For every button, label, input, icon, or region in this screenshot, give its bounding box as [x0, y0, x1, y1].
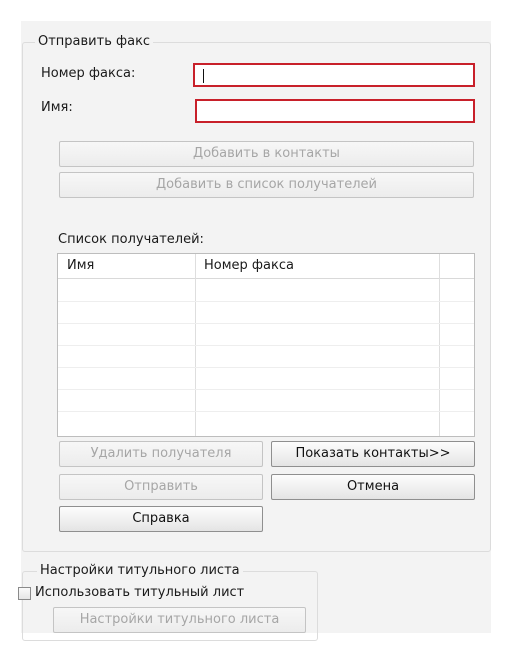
send-fax-group: Отправить факс Номер факса: Имя: Добавит…: [22, 34, 491, 552]
column-header-fax-number[interactable]: Номер факса: [204, 258, 294, 274]
table-row: [58, 345, 474, 346]
fax-number-input[interactable]: [193, 63, 475, 87]
use-cover-sheet-label[interactable]: Использовать титульный лист: [35, 585, 244, 601]
table-row: [58, 389, 474, 390]
table-row: [58, 411, 474, 412]
cancel-button[interactable]: Отмена: [271, 474, 475, 500]
help-button[interactable]: Справка: [59, 506, 263, 532]
show-contacts-button[interactable]: Показать контакты>>: [271, 441, 475, 467]
add-to-recipients-button[interactable]: Добавить в список получателей: [59, 172, 474, 198]
add-to-contacts-button[interactable]: Добавить в контакты: [59, 141, 474, 167]
remove-recipient-button[interactable]: Удалить получателя: [59, 441, 263, 467]
recipients-list-label: Список получателей:: [58, 232, 204, 247]
cover-sheet-settings-button[interactable]: Настройки титульного листа: [53, 607, 306, 633]
use-cover-sheet-checkbox[interactable]: [18, 587, 31, 600]
cover-sheet-group: Настройки титульного листа Использовать …: [18, 563, 318, 641]
name-label: Имя:: [41, 100, 73, 115]
name-input[interactable]: [195, 99, 475, 123]
cover-sheet-legend: Настройки титульного листа: [37, 563, 243, 579]
text-caret: [203, 69, 204, 83]
send-fax-panel: Отправить факс Номер факса: Имя: Добавит…: [18, 21, 491, 641]
recipients-table-header: Имя Номер факса: [58, 254, 474, 279]
send-fax-legend: Отправить факс: [35, 34, 154, 50]
column-header-name[interactable]: Имя: [67, 258, 94, 274]
table-row: [58, 323, 474, 324]
recipients-table[interactable]: Имя Номер факса: [57, 253, 475, 437]
fax-number-label: Номер факса:: [41, 66, 136, 81]
send-button[interactable]: Отправить: [59, 474, 263, 500]
table-row: [58, 367, 474, 368]
table-row: [58, 301, 474, 302]
